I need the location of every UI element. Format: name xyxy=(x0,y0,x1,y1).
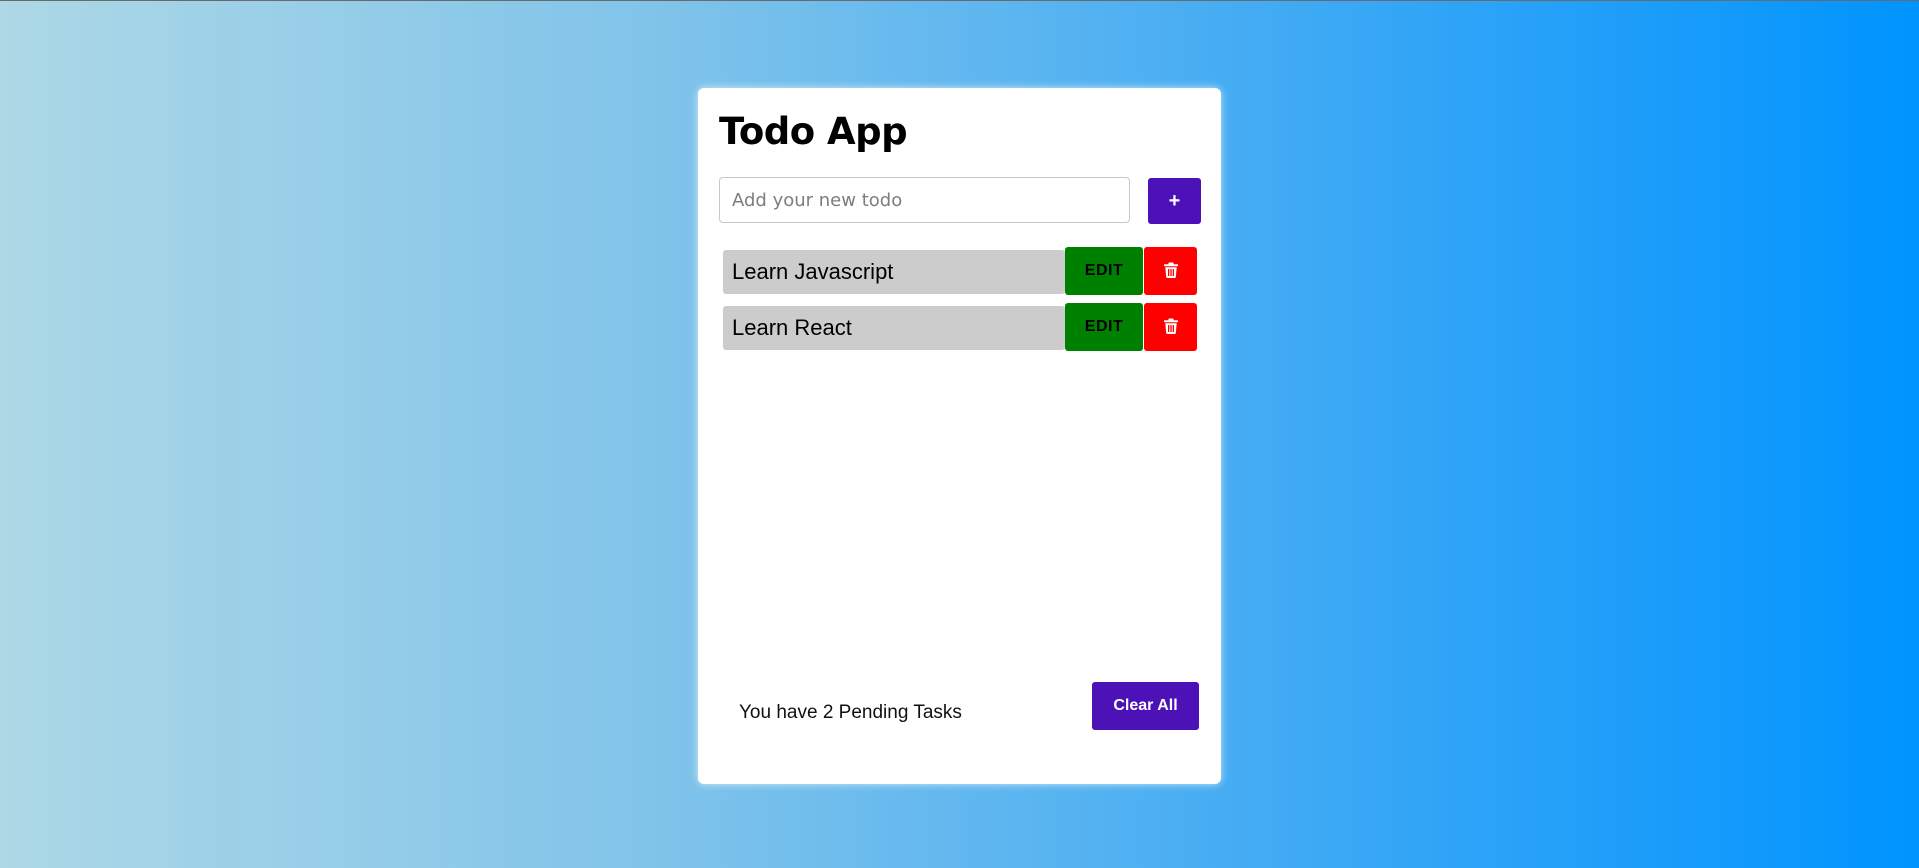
clear-all-button[interactable]: Clear All xyxy=(1092,682,1199,730)
todo-item-text: Learn Javascript xyxy=(723,250,1065,294)
todo-card: Todo App + Learn Javascript EDIT xyxy=(698,88,1221,784)
todo-item: Learn Javascript EDIT xyxy=(723,247,1197,295)
trash-icon xyxy=(1163,318,1178,337)
edit-todo-button[interactable]: EDIT xyxy=(1065,247,1143,295)
add-todo-button[interactable]: + xyxy=(1148,178,1201,224)
app-title: Todo App xyxy=(719,110,908,153)
new-todo-input[interactable] xyxy=(719,177,1130,223)
delete-todo-button[interactable] xyxy=(1144,247,1197,295)
todo-item: Learn React EDIT xyxy=(723,303,1197,351)
edit-todo-button[interactable]: EDIT xyxy=(1065,303,1143,351)
trash-icon xyxy=(1163,262,1178,281)
todo-item-text: Learn React xyxy=(723,306,1065,350)
delete-todo-button[interactable] xyxy=(1144,303,1197,351)
pending-tasks-text: You have 2 Pending Tasks xyxy=(739,702,962,723)
todo-list: Learn Javascript EDIT Learn React EDIT xyxy=(723,247,1197,359)
